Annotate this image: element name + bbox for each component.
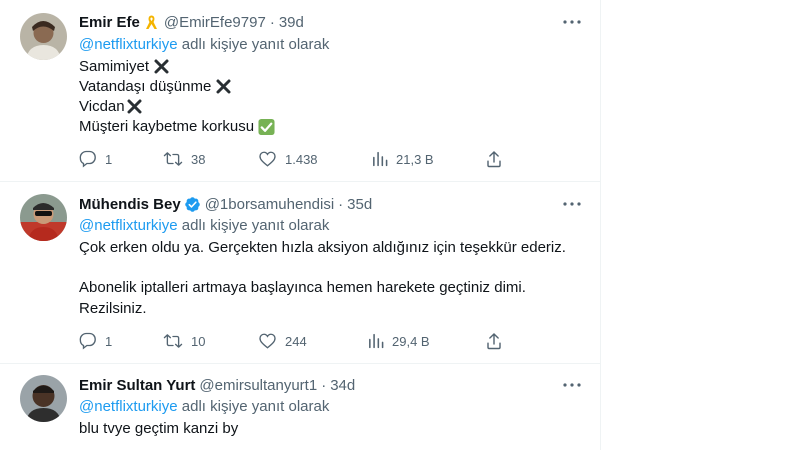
views-count: 21,3 B xyxy=(396,151,434,167)
share-button[interactable] xyxy=(485,331,511,351)
replying-to: @netflixturkiye adlı kişiye yanıt olarak xyxy=(79,217,329,234)
tweet-text-line: Vatandaşı düşünme xyxy=(79,78,232,95)
tweet[interactable]: Mühendis Bey @1borsamuhendisi · 35d @net… xyxy=(0,182,600,364)
like-button[interactable]: 244 xyxy=(258,331,307,351)
reply-feed: Emir Efe @EmirEfe9797 · 39d @netflixturk… xyxy=(0,0,601,450)
separator-dot: · xyxy=(338,195,344,213)
replying-to: @netflixturkiye adlı kişiye yanıt olarak xyxy=(79,36,329,53)
retweet-button[interactable]: 10 xyxy=(163,331,205,351)
views-count: 29,4 B xyxy=(392,333,430,349)
more-options-icon[interactable] xyxy=(560,194,584,214)
retweet-icon xyxy=(163,334,183,348)
views-button[interactable]: 21,3 B xyxy=(371,149,434,169)
analytics-icon xyxy=(373,151,388,167)
cross-mark-icon xyxy=(153,58,170,75)
more-options-icon[interactable] xyxy=(560,375,584,395)
reply-icon xyxy=(79,150,96,168)
verified-badge-icon xyxy=(184,196,201,213)
tweet-text: blu tvye geçtim kanzi by xyxy=(79,420,239,437)
check-mark-button-icon xyxy=(258,118,275,136)
tweet[interactable]: Emir Efe @EmirEfe9797 · 39d @netflixturk… xyxy=(0,0,600,182)
share-icon xyxy=(487,333,501,350)
timestamp[interactable]: 39d xyxy=(279,14,304,31)
mention-link[interactable]: @netflixturkiye xyxy=(79,398,178,415)
heart-icon xyxy=(259,151,276,167)
display-name[interactable]: Emir Sultan Yurt xyxy=(79,377,195,394)
tweet-text: Müşteri kaybetme korkusu xyxy=(79,118,255,135)
retweet-button[interactable]: 38 xyxy=(163,149,205,169)
mention-link[interactable]: @netflixturkiye xyxy=(79,217,178,234)
tweet-text-line: Rezilsiniz. xyxy=(79,300,147,317)
like-button[interactable]: 1.438 xyxy=(258,149,318,169)
reply-count: 1 xyxy=(105,151,113,167)
heart-icon xyxy=(259,333,276,349)
share-icon xyxy=(487,151,501,168)
display-name[interactable]: Mühendis Bey xyxy=(79,196,181,213)
reply-button[interactable]: 1 xyxy=(79,149,112,169)
reply-label: adlı kişiye yanıt olarak xyxy=(181,217,330,234)
tweet[interactable]: Emir Sultan Yurt @emirsultanyurt1 · 34d … xyxy=(0,364,600,450)
timestamp[interactable]: 34d xyxy=(330,377,355,394)
handle[interactable]: @EmirEfe9797 xyxy=(164,14,266,31)
mention-link[interactable]: @netflixturkiye xyxy=(79,36,178,53)
cross-mark-icon xyxy=(126,98,143,115)
handle[interactable]: @1borsamuhendisi xyxy=(205,196,334,213)
views-button[interactable]: 29,4 B xyxy=(367,331,430,351)
tweet-text: Abonelik iptalleri artmaya başlayınca he… xyxy=(79,279,526,296)
replying-to: @netflixturkiye adlı kişiye yanıt olarak xyxy=(79,398,329,415)
tweet-text-line: Vicdan xyxy=(79,98,143,115)
avatar[interactable] xyxy=(20,375,67,422)
avatar[interactable] xyxy=(20,13,67,60)
ribbon-icon xyxy=(143,14,160,31)
analytics-icon xyxy=(369,333,384,349)
tweet-text-line: Samimiyet xyxy=(79,58,170,75)
more-options-icon[interactable] xyxy=(560,12,584,32)
retweet-count: 38 xyxy=(191,151,206,167)
tweet-text-line: Çok erken oldu ya. Gerçekten hızla aksiy… xyxy=(79,239,566,256)
reply-label: adlı kişiye yanıt olarak xyxy=(181,36,330,53)
reply-icon xyxy=(79,332,96,350)
timestamp[interactable]: 35d xyxy=(347,196,372,213)
tweet-actions: 1 38 1.438 21,3 B xyxy=(79,149,509,169)
retweet-icon xyxy=(163,152,183,166)
handle[interactable]: @emirsultanyurt1 xyxy=(199,377,317,394)
reply-count: 1 xyxy=(105,333,113,349)
cross-mark-icon xyxy=(215,78,232,95)
like-count: 244 xyxy=(285,333,307,349)
reply-button[interactable]: 1 xyxy=(79,331,112,351)
like-count: 1.438 xyxy=(285,151,318,167)
tweet-text: Çok erken oldu ya. Gerçekten hızla aksiy… xyxy=(79,239,566,256)
separator-dot: · xyxy=(269,13,275,31)
tweet-text: Rezilsiniz. xyxy=(79,300,147,317)
tweet-text-line: Müşteri kaybetme korkusu xyxy=(79,118,275,136)
tweet-text: Samimiyet xyxy=(79,58,150,75)
display-name[interactable]: Emir Efe xyxy=(79,14,140,31)
reply-label: adlı kişiye yanıt olarak xyxy=(181,398,330,415)
retweet-count: 10 xyxy=(191,333,206,349)
tweet-text-line: Abonelik iptalleri artmaya başlayınca he… xyxy=(79,279,526,296)
tweet-text-line: blu tvye geçtim kanzi by xyxy=(79,420,238,437)
separator-dot: · xyxy=(321,376,327,394)
tweet-text: Vatandaşı düşünme xyxy=(79,78,212,95)
share-button[interactable] xyxy=(485,149,511,169)
tweet-actions: 1 10 244 29,4 B xyxy=(79,331,509,351)
tweet-text: Vicdan xyxy=(79,98,125,115)
avatar[interactable] xyxy=(20,194,67,241)
